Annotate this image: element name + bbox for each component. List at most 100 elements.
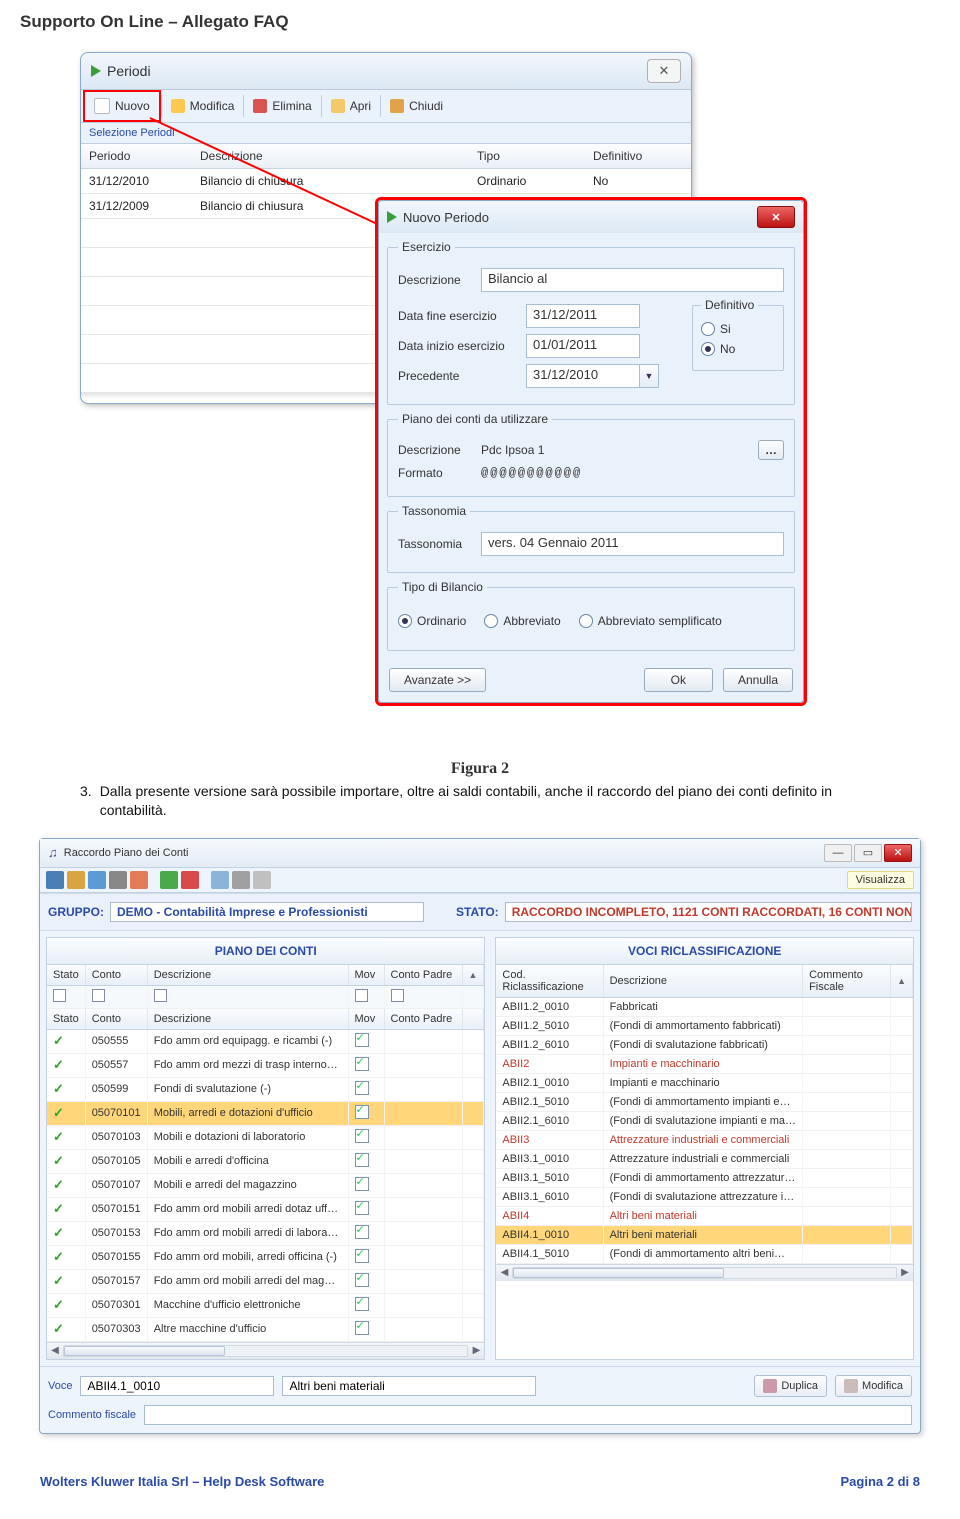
input-datafine[interactable]: 31/12/2011 [526, 304, 640, 328]
table-row[interactable]: ✓05070303Altre macchine d'ufficio [47, 1317, 484, 1341]
col-stato[interactable]: Stato [47, 965, 85, 986]
table-row[interactable]: 31/12/2010Bilancio di chiusuraOrdinarioN… [81, 169, 691, 194]
filter-field[interactable] [154, 989, 167, 1002]
col-periodo[interactable]: Periodo [81, 144, 192, 169]
filter-field[interactable] [391, 989, 404, 1002]
col-cod[interactable]: Cod. Riclassificazione [496, 965, 603, 998]
radio-si[interactable]: Si [701, 322, 775, 336]
input-datainizio[interactable]: 01/01/2011 [526, 334, 640, 358]
tool-icon-5[interactable] [130, 871, 148, 889]
minimize-button[interactable]: — [824, 844, 852, 862]
left-hscroll[interactable]: ◀▶ [47, 1342, 484, 1359]
combo-precedente[interactable]: 31/12/2010 [526, 364, 640, 388]
modifica2-button[interactable]: Modifica [835, 1375, 912, 1397]
ok-button[interactable]: Ok [644, 668, 713, 692]
filter-field[interactable] [92, 989, 105, 1002]
print-icon[interactable] [109, 871, 127, 889]
input-tassonomia[interactable]: vers. 04 Gennaio 2011 [481, 532, 784, 556]
annulla-button[interactable]: Annulla [723, 668, 793, 692]
table-row[interactable]: ABII2.1_0010Impianti e macchinario [496, 1073, 912, 1092]
raccordo-status-row: GRUPPO: DEMO - Contabilità Imprese e Pro… [40, 893, 920, 931]
periodi-title: Periodi [107, 63, 151, 79]
col-tipo[interactable]: Tipo [469, 144, 585, 169]
table-row[interactable]: ✓050599Fondi di svalutazione (-) [47, 1077, 484, 1101]
input-descrizione[interactable]: Bilancio al [481, 268, 784, 292]
col-scroll-up[interactable]: ▲ [891, 965, 913, 998]
voce-label: Voce [48, 1380, 72, 1392]
voce-descr-input[interactable] [282, 1376, 536, 1396]
table-row[interactable]: ABII3.1_6010(Fondi di svalutazione attre… [496, 1187, 912, 1206]
radio-no[interactable]: No [701, 342, 775, 356]
periodi-close-button[interactable]: ✕ [647, 59, 681, 83]
col-mov[interactable]: Mov [348, 965, 384, 986]
gruppo-value[interactable]: DEMO - Contabilità Imprese e Professioni… [110, 902, 424, 922]
nuovo-close-button[interactable]: ✕ [757, 206, 795, 228]
col-ldesc[interactable]: Descrizione [147, 965, 348, 986]
radio-abbreviato[interactable]: Abbreviato [484, 614, 560, 628]
tool-icon-8[interactable] [211, 871, 229, 889]
duplica-button[interactable]: Duplica [754, 1375, 827, 1397]
lbl-datainizio: Data inizio esercizio [398, 339, 518, 353]
tool-icon-9[interactable] [232, 871, 250, 889]
check-icon[interactable] [160, 871, 178, 889]
modifica-button[interactable]: Modifica [162, 93, 244, 119]
browse-button[interactable]: … [758, 440, 784, 460]
col-definitivo[interactable]: Definitivo [585, 144, 691, 169]
table-row[interactable]: ABII3Attrezzature industriali e commerci… [496, 1130, 912, 1149]
tool-icon-2[interactable] [67, 871, 85, 889]
col-conto[interactable]: Conto [85, 965, 147, 986]
col-commento[interactable]: Commento Fiscale [803, 965, 891, 998]
elimina-button[interactable]: Elimina [244, 93, 320, 119]
apri-label: Apri [350, 99, 371, 113]
table-row[interactable]: ✓05070153Fdo amm ord mobili arredi di la… [47, 1221, 484, 1245]
chiudi-button[interactable]: Chiudi [381, 93, 452, 119]
raccordo-toolbar: Visualizza [40, 868, 920, 893]
save-icon[interactable] [88, 871, 106, 889]
forbid-icon[interactable] [181, 871, 199, 889]
legend-definitivo: Definitivo [701, 298, 758, 312]
avanzate-button[interactable]: Avanzate >> [389, 668, 486, 692]
commento-input[interactable] [144, 1405, 912, 1425]
chevron-down-icon[interactable]: ▼ [640, 364, 659, 388]
voce-code-input[interactable] [80, 1376, 274, 1396]
table-row[interactable]: ✓05070155Fdo amm ord mobili, arredi offi… [47, 1245, 484, 1269]
table-row[interactable]: ✓05070107Mobili e arredi del magazzino [47, 1173, 484, 1197]
table-row[interactable]: ✓05070105Mobili e arredi d'officina [47, 1149, 484, 1173]
right-hscroll[interactable]: ◀▶ [496, 1264, 913, 1281]
periodi-titlebar: Periodi ✕ [81, 53, 691, 90]
maximize-button[interactable]: ▭ [854, 844, 882, 862]
filter-field[interactable] [53, 989, 66, 1002]
lbl-formato: Formato [398, 466, 473, 480]
table-row[interactable]: ABII3.1_0010Attrezzature industriali e c… [496, 1149, 912, 1168]
table-row[interactable]: ✓05070103Mobili e dotazioni di laborator… [47, 1125, 484, 1149]
table-row[interactable]: ✓05070101Mobili, arredi e dotazioni d'uf… [47, 1101, 484, 1125]
table-row[interactable]: ✓05070151Fdo amm ord mobili arredi dotaz… [47, 1197, 484, 1221]
table-row[interactable]: ABII2.1_5010(Fondi di ammortamento impia… [496, 1092, 912, 1111]
table-row[interactable]: ABII4Altri beni materiali [496, 1206, 912, 1225]
radio-ordinario[interactable]: Ordinario [398, 614, 466, 628]
table-row[interactable]: ✓05070301Macchine d'ufficio elettroniche [47, 1293, 484, 1317]
table-row[interactable]: ABII4.1_0010Altri beni materiali [496, 1225, 912, 1244]
table-row[interactable]: ABII1.2_0010Fabbricati [496, 997, 912, 1016]
table-row[interactable]: ✓05070157Fdo amm ord mobili arredi del m… [47, 1269, 484, 1293]
table-row[interactable]: ABII1.2_6010(Fondi di svalutazione fabbr… [496, 1035, 912, 1054]
radio-semplificato[interactable]: Abbreviato semplificato [579, 614, 722, 628]
table-row[interactable]: ✓050555Fdo amm ord equipagg. e ricambi (… [47, 1029, 484, 1053]
table-row[interactable]: ABII1.2_5010(Fondi di ammortamento fabbr… [496, 1016, 912, 1035]
col-padre[interactable]: Conto Padre [384, 965, 462, 986]
col-scroll-up[interactable]: ▲ [462, 965, 484, 986]
filter-row[interactable] [47, 985, 484, 1008]
table-row[interactable]: ABII2Impianti e macchinario [496, 1054, 912, 1073]
table-row[interactable]: ABII2.1_6010(Fondi di svalutazione impia… [496, 1111, 912, 1130]
col-rdesc[interactable]: Descrizione [603, 965, 802, 998]
table-row[interactable]: ABII4.1_5010(Fondi di ammortamento altri… [496, 1244, 912, 1263]
table-row[interactable]: ABII3.1_5010(Fondi di ammortamento attre… [496, 1168, 912, 1187]
visualizza-badge[interactable]: Visualizza [847, 871, 914, 889]
table-row[interactable]: ✓050557Fdo amm ord mezzi di trasp intern… [47, 1053, 484, 1077]
filter-field[interactable] [355, 989, 368, 1002]
tool-icon-1[interactable] [46, 871, 64, 889]
document-new-icon [94, 98, 110, 114]
tool-icon-10[interactable] [253, 871, 271, 889]
apri-button[interactable]: Apri [322, 93, 380, 119]
close-button[interactable]: ✕ [884, 844, 912, 862]
